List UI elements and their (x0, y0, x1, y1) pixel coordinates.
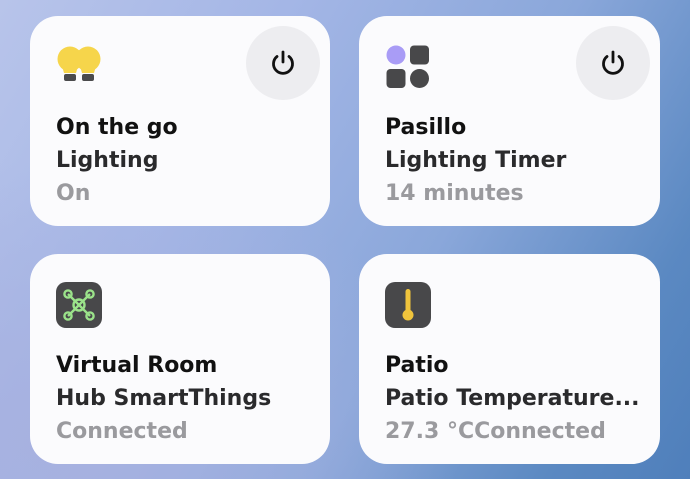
device-subtitle: Hub SmartThings (56, 386, 272, 411)
device-status: 14 minutes (385, 181, 524, 206)
thermometer-icon (385, 282, 431, 328)
device-card-pasillo[interactable]: Pasillo Lighting Timer 14 minutes (359, 16, 660, 226)
device-subtitle: Lighting (56, 148, 159, 173)
power-button[interactable] (576, 26, 650, 100)
hub-icon (56, 282, 102, 328)
device-title: Pasillo (385, 115, 467, 140)
light-bulbs-icon (56, 44, 101, 88)
device-title: Virtual Room (56, 353, 218, 378)
device-status: 27.3 °CConnected (385, 419, 606, 444)
power-button[interactable] (246, 26, 320, 100)
power-icon (602, 50, 624, 75)
device-title: Patio (385, 353, 449, 378)
device-status: On (56, 181, 91, 206)
device-card-virtual-room[interactable]: Virtual Room Hub SmartThings Connected (30, 254, 330, 464)
device-card-patio[interactable]: Patio Patio Temperature... 27.3 °CConnec… (359, 254, 660, 464)
device-title: On the go (56, 115, 178, 140)
power-icon (272, 50, 294, 75)
shapes-icon (385, 44, 429, 88)
device-subtitle: Lighting Timer (385, 148, 567, 173)
device-card-on-the-go[interactable]: On the go Lighting On (30, 16, 330, 226)
device-subtitle: Patio Temperature... (385, 386, 640, 411)
device-status: Connected (56, 419, 188, 444)
